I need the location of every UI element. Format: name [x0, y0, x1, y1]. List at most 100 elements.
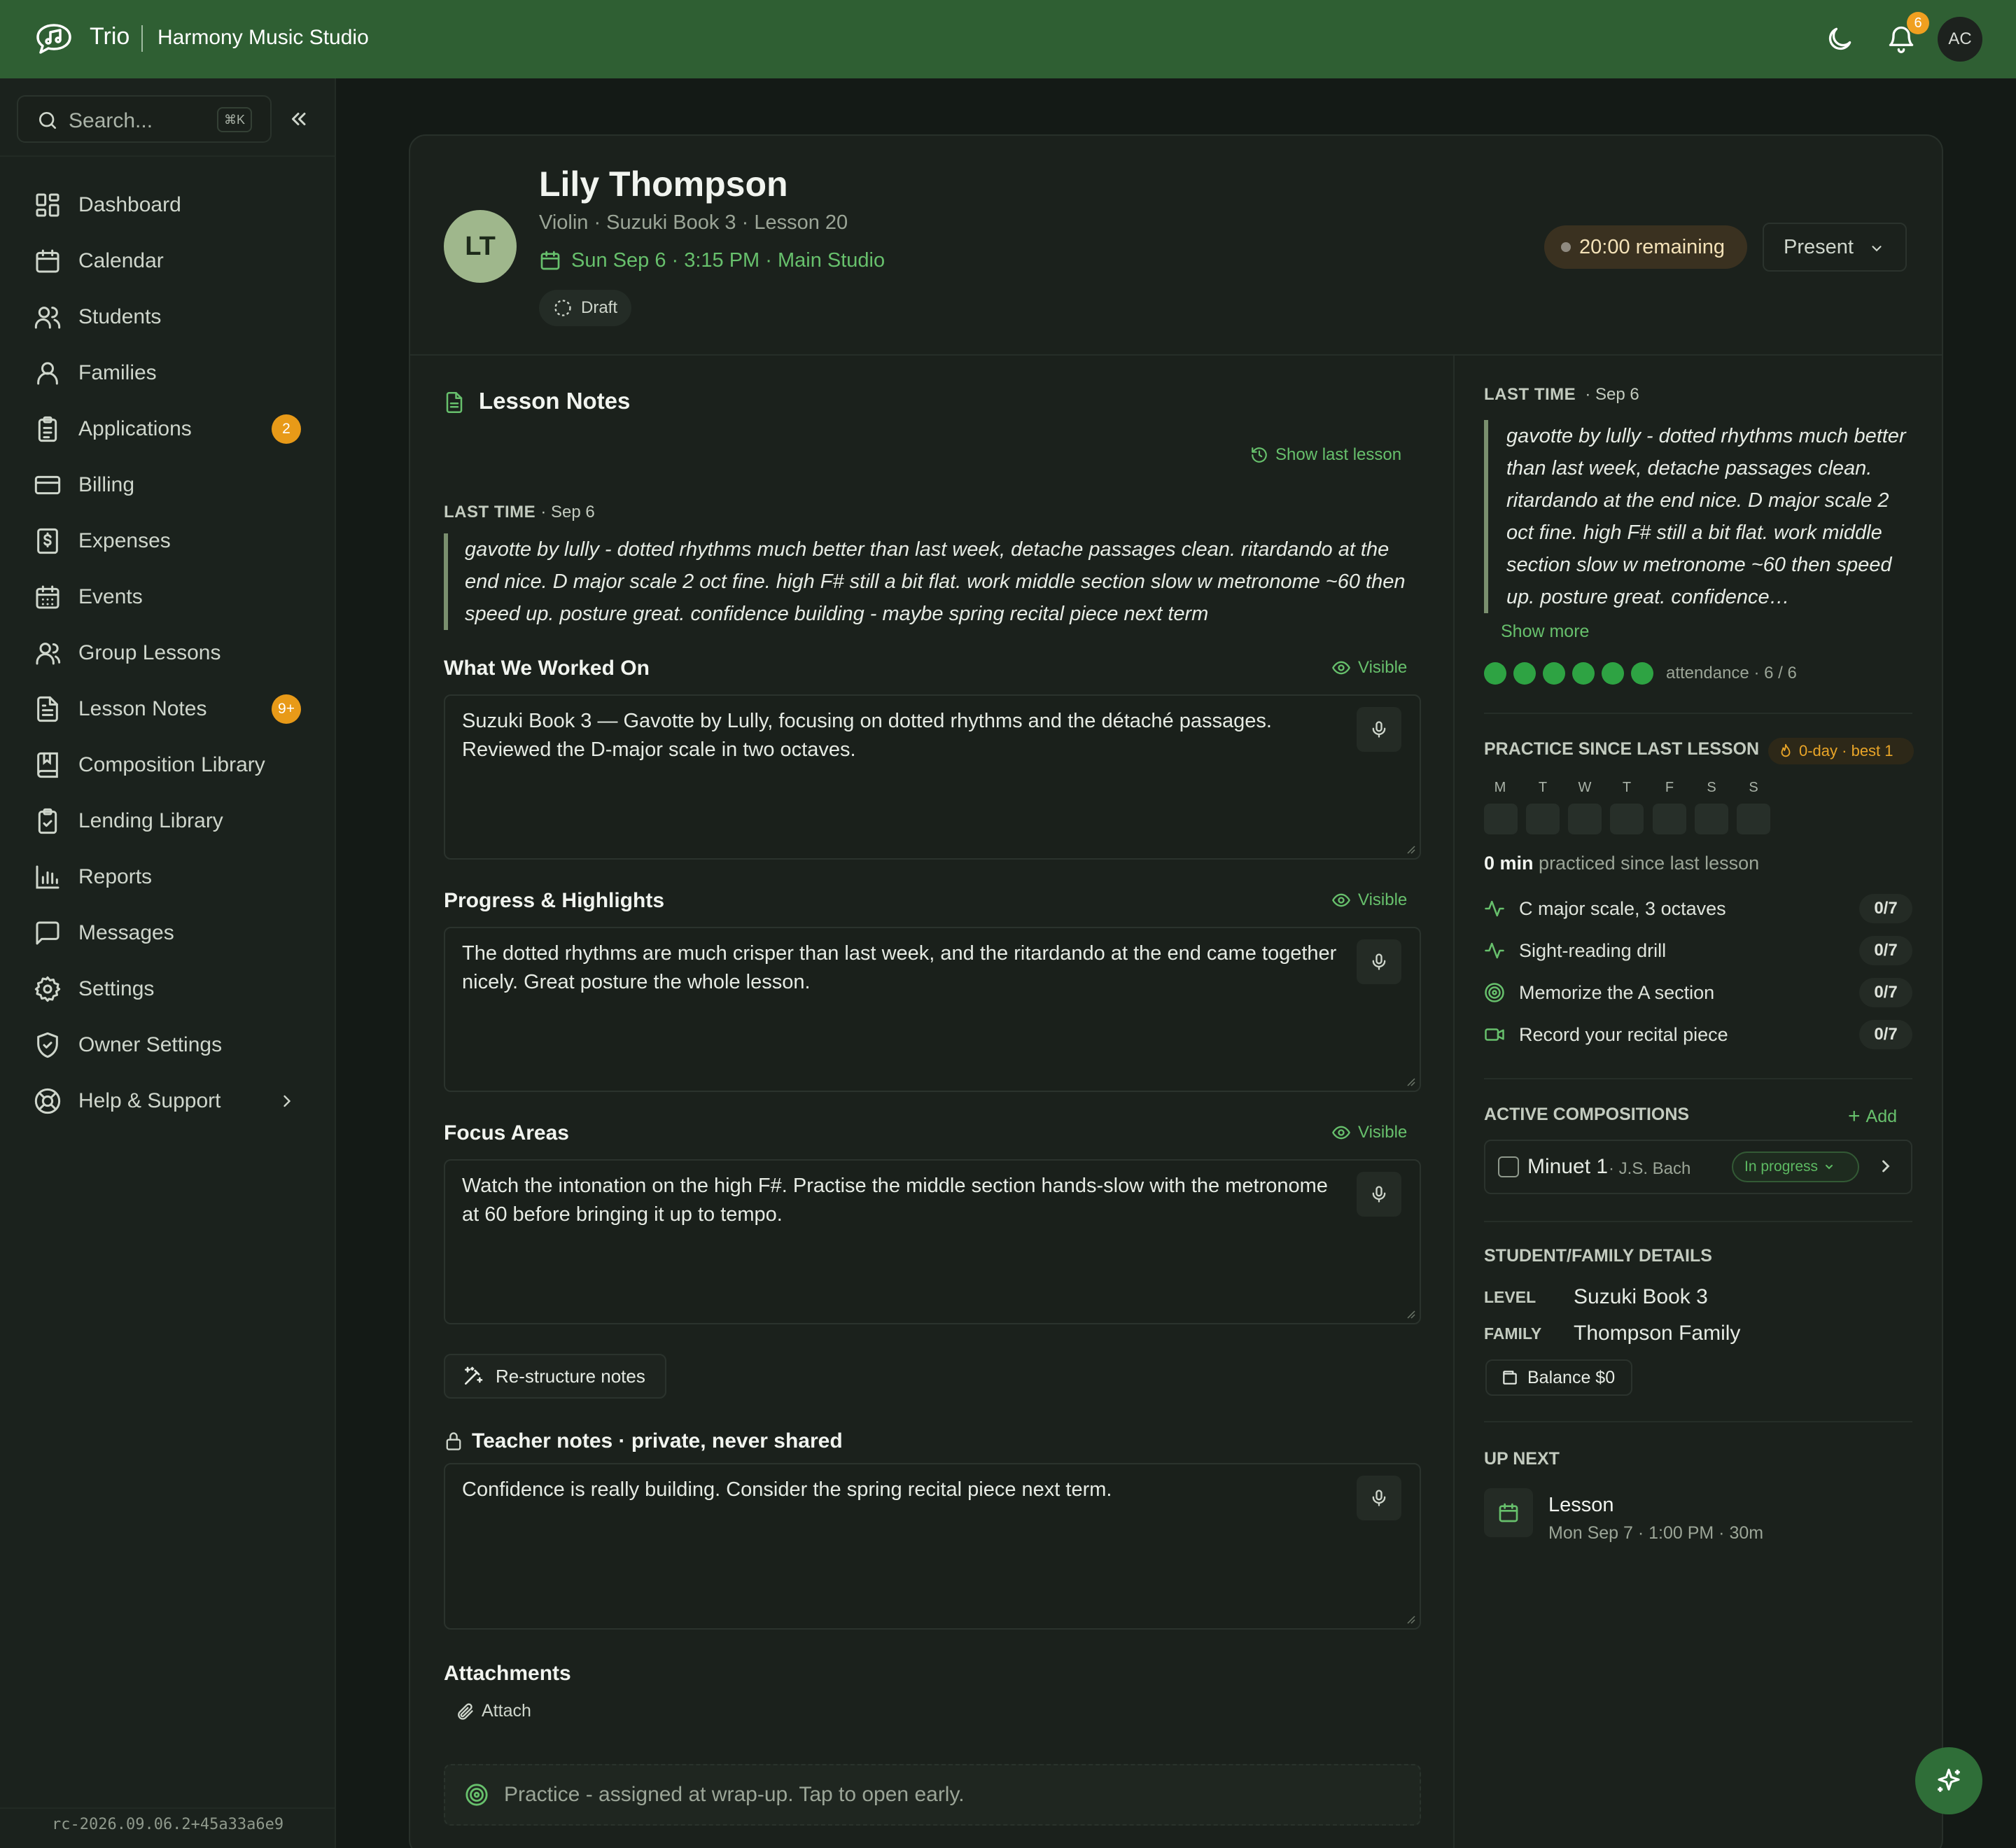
up-next-name[interactable]: Lesson — [1548, 1494, 1614, 1517]
visibility-toggle[interactable]: Visible — [1331, 890, 1407, 910]
sidebar-item-applications[interactable]: Applications 2 — [17, 404, 311, 454]
user-icon — [37, 362, 58, 385]
sidebar-item-label: Expenses — [78, 529, 171, 552]
dictate-button[interactable] — [1357, 1172, 1401, 1217]
sidebar-item-owner-settings[interactable]: Owner Settings — [17, 1020, 311, 1070]
sidebar-item-expenses[interactable]: Expenses — [17, 516, 311, 566]
calendar-grid-icon — [36, 585, 59, 609]
sidebar-item-settings[interactable]: Settings — [17, 964, 311, 1014]
paperclip-icon — [458, 1702, 473, 1720]
attendance-label: attendance · 6 / 6 — [1666, 664, 1797, 682]
sidebar-item-students[interactable]: Students — [17, 292, 311, 342]
lesson-schedule-text: Sun Sep 6 · 3:15 PM · Main Studio — [571, 248, 886, 272]
add-composition-button[interactable]: + Add — [1848, 1105, 1897, 1128]
resize-handle-icon[interactable] — [1404, 1613, 1415, 1624]
worked-on-textarea[interactable]: Suzuki Book 3 — Gavotte by Lully, focusi… — [444, 694, 1421, 860]
progress-textarea[interactable]: The dotted rhythms are much crisper than… — [444, 927, 1421, 1092]
ai-assistant-button[interactable] — [1915, 1747, 1982, 1814]
status-text: Draft — [581, 298, 618, 317]
resize-handle-icon[interactable] — [1404, 1308, 1415, 1319]
timer-text: 20:00 remaining — [1579, 235, 1725, 258]
dark-mode-toggle-icon[interactable] — [1824, 24, 1855, 55]
level-value: Suzuki Book 3 — [1574, 1285, 1708, 1308]
practice-task-count: 0/7 — [1859, 1020, 1912, 1049]
attendance-select[interactable]: Present — [1763, 223, 1907, 272]
details-title: STUDENT/FAMILY DETAILS — [1484, 1246, 1712, 1266]
shield-icon — [37, 1032, 58, 1058]
sidebar-item-label: Lesson Notes — [78, 697, 207, 720]
sidebar-item-lesson-notes[interactable]: Lesson Notes 9+ — [17, 684, 311, 734]
sidebar-item-help-support[interactable]: Help & Support — [17, 1076, 311, 1126]
practice-task-row[interactable]: Sight-reading drill 0/7 — [1484, 933, 1912, 968]
practice-minutes: 0 min practiced since last lesson — [1484, 853, 1759, 874]
practice-task-label: C major scale, 3 octaves — [1519, 897, 1726, 919]
sidebar-item-dashboard[interactable]: Dashboard — [17, 180, 311, 230]
resize-handle-icon[interactable] — [1404, 843, 1415, 854]
visibility-toggle[interactable]: Visible — [1331, 1123, 1407, 1142]
sidebar-item-label: Group Lessons — [78, 641, 221, 664]
practice-minutes-value: 0 min — [1484, 853, 1534, 874]
sidebar-item-label: Owner Settings — [78, 1033, 223, 1056]
last-time-date: · Sep 6 — [540, 503, 595, 522]
composition-checkbox[interactable] — [1498, 1156, 1519, 1177]
balance-badge[interactable]: Balance $0 — [1485, 1359, 1632, 1396]
practice-assignment-bar[interactable]: Practice - assigned at wrap-up. Tap to o… — [444, 1764, 1421, 1826]
sidebar-item-label: Students — [78, 305, 162, 328]
search-input[interactable]: Search... ⌘K — [17, 95, 272, 143]
field-label-worked-on: What We Worked On — [444, 657, 650, 680]
dictate-button[interactable] — [1357, 939, 1401, 984]
trio-logo-icon[interactable] — [35, 22, 73, 56]
chevron-right-icon[interactable] — [1876, 1156, 1896, 1176]
practice-task-label: Record your recital piece — [1519, 1023, 1728, 1045]
last-time-heading: LAST TIME — [444, 503, 536, 522]
sidebar-item-families[interactable]: Families — [17, 348, 311, 398]
practice-task-row[interactable]: Memorize the A section 0/7 — [1484, 975, 1912, 1010]
panel-divider — [1484, 1221, 1912, 1222]
history-icon — [1252, 447, 1267, 463]
last-time-quote: gavotte by lully - dotted rhythms much b… — [444, 533, 1424, 630]
sidebar-item-events[interactable]: Events — [17, 572, 311, 622]
sidebar-item-group-lessons[interactable]: Group Lessons — [17, 628, 311, 678]
resize-handle-icon[interactable] — [1404, 1075, 1415, 1086]
collapse-sidebar-icon[interactable] — [286, 106, 311, 132]
dictate-button[interactable] — [1357, 1476, 1401, 1520]
up-next-icon-box — [1484, 1488, 1533, 1537]
app-version: rc-2026.09.06.2+45a33a6e9 — [52, 1816, 284, 1833]
timer-badge: 20:00 remaining — [1544, 225, 1747, 269]
visibility-toggle[interactable]: Visible — [1331, 658, 1407, 678]
composition-status-text: In progress — [1744, 1158, 1819, 1175]
sidebar-item-composition-library[interactable]: Composition Library — [17, 740, 311, 790]
visibility-label: Visible — [1358, 658, 1408, 677]
family-value[interactable]: Thompson Family — [1574, 1322, 1740, 1345]
show-more-link[interactable]: Show more — [1501, 622, 1589, 642]
practice-day-cell — [1526, 804, 1560, 834]
dictate-button[interactable] — [1357, 707, 1401, 752]
practice-task-row[interactable]: C major scale, 3 octaves 0/7 — [1484, 891, 1912, 926]
sidebar-item-billing[interactable]: Billing — [17, 460, 311, 510]
practice-task-row[interactable]: Record your recital piece 0/7 — [1484, 1017, 1912, 1052]
restructure-notes-button[interactable]: Re-structure notes — [444, 1354, 666, 1399]
attendance-dot — [1602, 662, 1624, 685]
day-label: T — [1538, 780, 1548, 795]
dashboard-icon — [36, 193, 59, 217]
sidebar-item-reports[interactable]: Reports — [17, 852, 311, 902]
focus-areas-textarea[interactable]: Watch the intonation on the high F#. Pra… — [444, 1159, 1421, 1324]
notes-icon — [446, 392, 463, 413]
brand-name[interactable]: Trio — [90, 23, 130, 50]
sidebar-item-messages[interactable]: Messages — [17, 908, 311, 958]
day-label: M — [1494, 780, 1506, 795]
teacher-notes-textarea[interactable]: Confidence is really building. Consider … — [444, 1463, 1421, 1630]
show-last-lesson-link[interactable]: Show last lesson — [1250, 445, 1401, 465]
family-key: FAMILY — [1484, 1324, 1542, 1343]
worked-on-value: Suzuki Book 3 — Gavotte by Lully, focusi… — [462, 710, 1272, 761]
teacher-notes-label: Teacher notes · private, never shared — [472, 1429, 843, 1452]
bar-chart-icon — [36, 865, 59, 889]
search-icon — [39, 112, 56, 129]
microphone-icon — [1372, 721, 1386, 738]
practice-task-count: 0/7 — [1859, 894, 1912, 923]
sidebar-item-lending-library[interactable]: Lending Library — [17, 796, 311, 846]
attach-button[interactable]: Attach — [455, 1701, 531, 1721]
user-avatar[interactable]: AC — [1938, 17, 1982, 62]
sidebar-item-calendar[interactable]: Calendar — [17, 236, 311, 286]
composition-status-select[interactable]: In progress — [1732, 1152, 1859, 1182]
